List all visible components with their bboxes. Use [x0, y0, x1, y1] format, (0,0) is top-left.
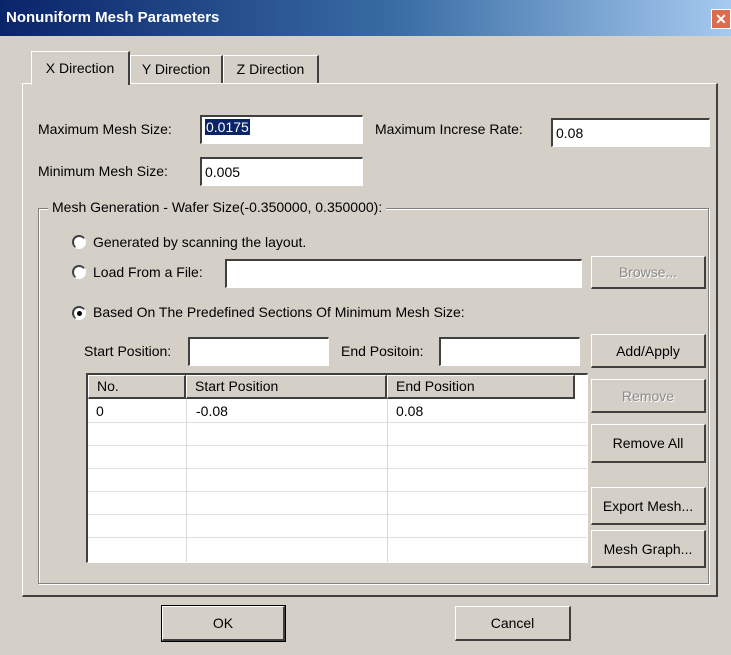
- tab-y-direction[interactable]: Y Direction: [130, 55, 223, 84]
- remove-button[interactable]: Remove: [591, 379, 706, 413]
- max-mesh-size-label: Maximum Mesh Size:: [38, 121, 172, 137]
- radio-load-file-label: Load From a File:: [93, 264, 203, 280]
- max-mesh-size-value: 0.0175: [205, 119, 250, 135]
- export-mesh-button[interactable]: Export Mesh...: [591, 487, 706, 525]
- end-position-label: End Positoin:: [341, 343, 424, 359]
- row-divider: [88, 491, 587, 492]
- max-mesh-size-input[interactable]: 0.0175: [200, 115, 363, 144]
- column-header-start[interactable]: Start Position: [186, 375, 387, 399]
- tab-z-direction[interactable]: Z Direction: [223, 55, 319, 84]
- radio-selected-dot: [77, 311, 82, 316]
- cancel-button[interactable]: Cancel: [455, 606, 571, 641]
- max-increase-rate-input[interactable]: [551, 118, 710, 147]
- mesh-generation-group-title: Mesh Generation - Wafer Size(-0.350000, …: [48, 199, 387, 215]
- column-divider: [387, 399, 388, 562]
- radio-scan-layout[interactable]: [72, 235, 86, 249]
- row-divider: [88, 468, 587, 469]
- row-divider: [88, 422, 587, 423]
- max-increase-rate-label: Maximum Increse Rate:: [375, 121, 523, 137]
- sections-table[interactable]: No. Start Position End Position 0 -0.08 …: [86, 373, 588, 563]
- mesh-graph-button[interactable]: Mesh Graph...: [591, 530, 706, 568]
- table-row[interactable]: 0 -0.08 0.08: [88, 399, 587, 422]
- cell-start-position: -0.08: [196, 403, 228, 419]
- remove-all-button[interactable]: Remove All: [591, 424, 706, 463]
- row-divider: [88, 537, 587, 538]
- start-position-label: Start Position:: [84, 343, 172, 359]
- column-header-end[interactable]: End Position: [387, 375, 575, 399]
- window-title: Nonuniform Mesh Parameters: [6, 9, 220, 26]
- cell-end-position: 0.08: [396, 403, 424, 419]
- cell-no: 0: [96, 403, 104, 419]
- load-file-input[interactable]: [225, 259, 582, 288]
- row-divider: [88, 445, 587, 446]
- radio-scan-layout-label: Generated by scanning the layout.: [93, 234, 307, 250]
- column-divider: [186, 399, 187, 562]
- radio-predefined-sections[interactable]: [72, 306, 86, 320]
- browse-button[interactable]: Browse...: [591, 256, 706, 289]
- min-mesh-size-label: Minimum Mesh Size:: [38, 163, 168, 179]
- tab-x-direction[interactable]: X Direction: [31, 51, 130, 85]
- min-mesh-size-input[interactable]: [200, 157, 363, 186]
- close-icon[interactable]: ✕: [711, 9, 731, 29]
- start-position-input[interactable]: [188, 337, 329, 366]
- ok-button[interactable]: OK: [161, 605, 286, 642]
- add-apply-button[interactable]: Add/Apply: [591, 334, 706, 368]
- column-header-no[interactable]: No.: [88, 375, 186, 399]
- title-bar: Nonuniform Mesh Parameters ✕: [0, 0, 731, 36]
- row-divider: [88, 514, 587, 515]
- end-position-input[interactable]: [439, 337, 580, 366]
- dialog-window: Nonuniform Mesh Parameters ✕ X Direction…: [0, 0, 731, 655]
- radio-predefined-sections-label: Based On The Predefined Sections Of Mini…: [93, 304, 465, 320]
- radio-load-file[interactable]: [72, 265, 86, 279]
